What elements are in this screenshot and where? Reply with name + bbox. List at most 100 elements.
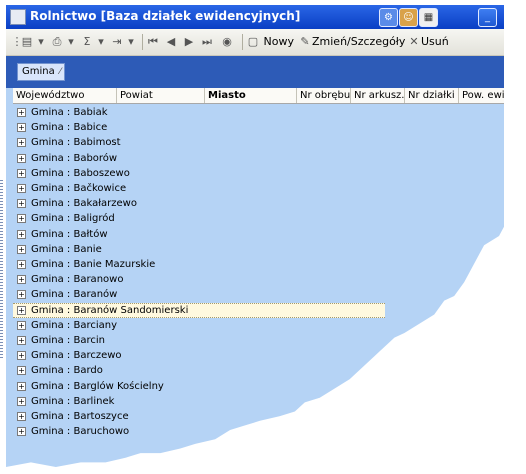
- prev-record-button[interactable]: ◀: [164, 33, 178, 51]
- column-header-powiat[interactable]: Powiat: [117, 88, 205, 103]
- column-header-wojewodztwo[interactable]: Województwo: [13, 88, 117, 103]
- column-header-miasto[interactable]: Miasto: [205, 88, 297, 103]
- group-row-label: Gmina : Baligród: [31, 213, 115, 225]
- group-row-label: Gmina : Barglów Kościelny: [31, 380, 164, 392]
- group-row[interactable]: + Gmina : Babice: [13, 120, 504, 135]
- expand-icon[interactable]: +: [17, 412, 26, 421]
- group-row-label: Gmina : Baruchowo: [31, 426, 130, 438]
- group-row[interactable]: + Gmina : Bakałarzewo: [13, 196, 504, 211]
- edit-button[interactable]: ✎ Zmień/Szczegóły: [298, 33, 405, 51]
- group-row[interactable]: + Gmina : Banie: [13, 242, 504, 257]
- expand-icon[interactable]: +: [17, 168, 26, 178]
- expand-icon[interactable]: +: [17, 214, 26, 224]
- group-row[interactable]: + Gmina : Baranów: [13, 287, 504, 302]
- user-icon[interactable]: ☺: [399, 8, 418, 27]
- group-row[interactable]: + Gmina : Baranów Sandomierski: [13, 302, 385, 318]
- prev-icon: ◀: [166, 35, 176, 48]
- refresh-button[interactable]: ◉: [220, 33, 234, 51]
- export-icon: ⇥: [112, 35, 122, 48]
- group-row[interactable]: + Gmina : Bartoszyce: [13, 409, 504, 424]
- group-row-label: Gmina : Baboszewo: [31, 167, 130, 179]
- last-icon: ⏭: [202, 35, 212, 48]
- group-row[interactable]: + Gmina : Barlinek: [13, 394, 504, 409]
- settings-icon[interactable]: ⚙: [379, 8, 398, 27]
- minimize-button[interactable]: _: [478, 8, 497, 27]
- view-menu-button[interactable]: ▤ ▾: [20, 33, 48, 51]
- group-row[interactable]: + Gmina : Babimost: [13, 135, 504, 150]
- next-record-button[interactable]: ▶: [182, 33, 196, 51]
- splitter-handle[interactable]: [0, 180, 3, 360]
- expand-icon[interactable]: +: [17, 123, 26, 133]
- expand-icon[interactable]: +: [17, 290, 26, 300]
- group-row[interactable]: + Gmina : Barcin: [13, 333, 504, 348]
- first-icon: ⏮: [148, 35, 158, 48]
- expand-icon[interactable]: +: [17, 229, 26, 239]
- last-record-button[interactable]: ⏭: [200, 33, 214, 51]
- expand-icon[interactable]: +: [17, 199, 26, 209]
- group-row-label: Gmina : Babimost: [31, 137, 121, 149]
- app-window: Rolnictwo [Baza działek ewidencyjnych] ⚙…: [6, 5, 504, 467]
- chevron-down-icon: ▾: [38, 35, 44, 48]
- expand-icon[interactable]: +: [17, 184, 26, 193]
- group-row-label: Gmina : Babice: [31, 122, 108, 134]
- expand-icon[interactable]: +: [17, 336, 26, 345]
- group-row[interactable]: + Gmina : Bačkowice: [13, 181, 504, 196]
- first-record-button[interactable]: ⏮: [146, 33, 160, 51]
- column-header-nr-obrebu[interactable]: Nr obrębu: [297, 88, 351, 103]
- calculator-icon[interactable]: ▦: [419, 8, 438, 27]
- group-row[interactable]: + Gmina : Baruchowo: [13, 424, 504, 439]
- group-by-panel: Gmina ⁄: [6, 56, 504, 88]
- expand-icon[interactable]: +: [17, 260, 26, 269]
- chevron-down-icon: ▾: [98, 35, 104, 48]
- column-header-pow-ewid[interactable]: Pow. ewid: [459, 88, 504, 103]
- group-row-label: Gmina : Barciany: [31, 319, 118, 331]
- print-menu-button[interactable]: ⎙ ▾: [50, 33, 78, 51]
- view-icon: ▤: [21, 35, 33, 48]
- new-button[interactable]: ▢ Nowy: [246, 33, 294, 51]
- expand-icon[interactable]: +: [17, 351, 26, 361]
- expand-icon[interactable]: +: [17, 396, 26, 406]
- expand-icon[interactable]: +: [17, 427, 26, 437]
- toolbar-separator: [242, 34, 243, 50]
- group-row[interactable]: + Gmina : Baboszewo: [13, 166, 504, 181]
- sum-menu-button[interactable]: Σ ▾: [80, 33, 108, 51]
- expand-icon[interactable]: +: [17, 320, 26, 330]
- group-row[interactable]: + Gmina : Bałtów: [13, 227, 504, 242]
- group-row-label: Gmina : Baranów Sandomierski: [31, 304, 189, 316]
- expand-icon[interactable]: +: [17, 244, 26, 254]
- group-row[interactable]: + Gmina : Babiak: [13, 105, 504, 120]
- delete-button[interactable]: ✕ Usuń: [407, 33, 448, 51]
- group-row[interactable]: + Gmina : Baranowo: [13, 272, 504, 287]
- expand-icon[interactable]: +: [17, 275, 26, 285]
- export-menu-button[interactable]: ⇥ ▾: [110, 33, 138, 51]
- title-bar[interactable]: Rolnictwo [Baza działek ewidencyjnych] ⚙…: [6, 5, 504, 29]
- group-row-label: Gmina : Baranów: [31, 289, 118, 301]
- toolbar-separator: [142, 34, 143, 50]
- expand-icon[interactable]: +: [17, 108, 26, 117]
- column-header-nr-dzialki[interactable]: Nr działki: [405, 88, 459, 103]
- expand-icon[interactable]: +: [17, 138, 26, 148]
- grid-header: Województwo Powiat Miasto Nr obrębu Nr a…: [13, 88, 504, 104]
- group-row[interactable]: + Gmina : Barglów Kościelny: [13, 379, 504, 394]
- group-row[interactable]: + Gmina : Barczewo: [13, 348, 504, 363]
- group-row-label: Gmina : Bałtów: [31, 228, 108, 240]
- sort-asc-icon: ⁄: [59, 67, 61, 77]
- group-row[interactable]: + Gmina : Barciany: [13, 318, 504, 333]
- group-row[interactable]: + Gmina : Bardo: [13, 363, 504, 378]
- group-row-label: Gmina : Barczewo: [31, 350, 122, 362]
- group-row-label: Gmina : Bakałarzewo: [31, 198, 137, 210]
- expand-icon[interactable]: +: [17, 381, 26, 391]
- column-header-nr-arkusza[interactable]: Nr arkusz...: [351, 88, 405, 103]
- expand-icon[interactable]: +: [17, 153, 26, 163]
- group-row[interactable]: + Gmina : Baligród: [13, 211, 504, 226]
- group-chip-label: Gmina: [22, 66, 55, 77]
- group-row[interactable]: + Gmina : Banie Mazurskie: [13, 257, 504, 272]
- group-chip-gmina[interactable]: Gmina ⁄: [17, 63, 65, 81]
- expand-icon[interactable]: +: [17, 366, 26, 376]
- expand-icon[interactable]: +: [17, 305, 26, 315]
- group-row[interactable]: + Gmina : Baborów: [13, 151, 504, 166]
- new-document-icon: ▢: [247, 35, 259, 48]
- toolbar: ⋮ ▤ ▾ ⎙ ▾ Σ ▾ ⇥ ▾ ⏮ ◀ ▶ ⏭ ◉ ▢ Nowy ✎ Zmień/Sz…: [6, 29, 504, 56]
- group-row-label: Gmina : Babiak: [31, 107, 108, 118]
- chevron-down-icon: ▾: [68, 35, 74, 48]
